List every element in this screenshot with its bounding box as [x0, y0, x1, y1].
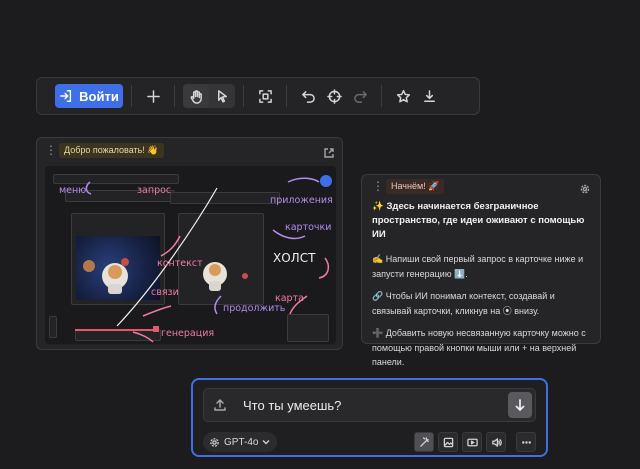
annotation-continue: продолжить [223, 303, 286, 314]
welcome-card[interactable]: ⋮ Добро пожаловать! 👋 меню запрос прилож… [36, 137, 343, 350]
cursor-icon [217, 89, 227, 103]
model-select[interactable]: GPT-4o [203, 432, 278, 452]
download-icon [423, 89, 435, 102]
cat-astronaut-left [102, 263, 128, 294]
kebab-menu-icon[interactable]: ⋮ [372, 180, 384, 192]
plus-icon [146, 89, 160, 103]
gear-icon[interactable] [580, 181, 590, 194]
arrow-down-icon [515, 399, 525, 411]
annotation-generation: генерация [161, 328, 215, 339]
video-mode-button[interactable] [462, 432, 482, 452]
expand-icon[interactable] [324, 145, 334, 158]
card-header: ⋮ Добро пожаловать! 👋 [37, 138, 342, 162]
login-icon [60, 90, 72, 102]
focus-button[interactable] [321, 84, 347, 108]
audio-mode-button[interactable] [486, 432, 506, 452]
divider [131, 85, 132, 107]
prompt-text[interactable]: Что ты умеешь? [243, 398, 341, 413]
model-label: GPT-4o [224, 436, 259, 448]
hand-icon [190, 89, 202, 104]
text-mode-button[interactable] [414, 432, 434, 452]
annotation-cards: карточки [285, 222, 332, 233]
annotation-canvas: ХОЛСТ [273, 251, 316, 265]
target-icon [326, 88, 342, 104]
info-headline: ✨ Здесь начинается безграничное простран… [372, 201, 585, 240]
undo-icon [301, 90, 315, 103]
audio-icon [491, 437, 502, 447]
annotation-menu: меню [59, 185, 87, 196]
divider [381, 85, 382, 107]
image-icon [443, 437, 453, 447]
select-tool-button[interactable] [209, 84, 235, 108]
prompt-input[interactable]: Что ты умеешь? [203, 388, 536, 422]
tutorial-image: меню запрос приложения карточки контекст… [45, 166, 336, 344]
download-button[interactable] [416, 84, 442, 108]
kebab-menu-icon[interactable]: ⋮ [45, 144, 57, 156]
top-toolbar: Войти [36, 77, 480, 115]
card-title: Добро пожаловать! 👋 [59, 142, 164, 158]
login-label: Войти [79, 88, 119, 104]
frame-icon [258, 89, 272, 103]
info-card[interactable]: ⋮ Начнём! 🚀 ✨ Здесь начинается безгранич… [361, 174, 601, 367]
divider [174, 85, 175, 107]
video-icon [466, 438, 478, 446]
mode-tools [414, 432, 536, 452]
divider [286, 85, 287, 107]
annotation-links: связи [151, 287, 179, 298]
annotation-apps: приложения [270, 195, 333, 206]
more-button[interactable] [516, 432, 536, 452]
info-paragraph: ✍️ Напиши свой первый запрос в карточке … [372, 254, 584, 279]
fit-view-button[interactable] [252, 84, 278, 108]
chevron-down-icon [262, 440, 270, 445]
card-title: Начнём! 🚀 [386, 178, 445, 194]
hand-tool-button[interactable] [183, 84, 209, 108]
image-mode-button[interactable] [438, 432, 458, 452]
card-header: ⋮ Начнём! 🚀 [372, 175, 590, 197]
undo-button[interactable] [295, 84, 321, 108]
cat-astronaut-right [203, 262, 227, 291]
info-paragraph: 🔗 Чтобы ИИ понимал контекст, создавай и … [372, 291, 555, 316]
upload-icon[interactable] [213, 398, 227, 412]
annotation-request: запрос [137, 185, 172, 196]
login-button[interactable]: Войти [55, 84, 123, 108]
annotation-context: контекст [157, 258, 203, 269]
favorite-button[interactable] [390, 84, 416, 108]
info-paragraph: ➕ Добавить новую несвязанную карточку мо… [372, 328, 586, 367]
redo-icon [353, 90, 367, 103]
magic-wand-icon [419, 436, 429, 447]
gear-icon [210, 437, 219, 447]
mode-group [183, 84, 235, 108]
star-icon [396, 89, 410, 102]
prompt-card[interactable]: Что ты умеешь? GPT-4o [191, 378, 548, 457]
redo-button[interactable] [347, 84, 373, 108]
divider [243, 85, 244, 107]
prompt-footer: GPT-4o [203, 432, 536, 452]
add-card-button[interactable] [140, 84, 166, 108]
more-icon [521, 440, 531, 444]
generate-button[interactable] [508, 392, 532, 418]
